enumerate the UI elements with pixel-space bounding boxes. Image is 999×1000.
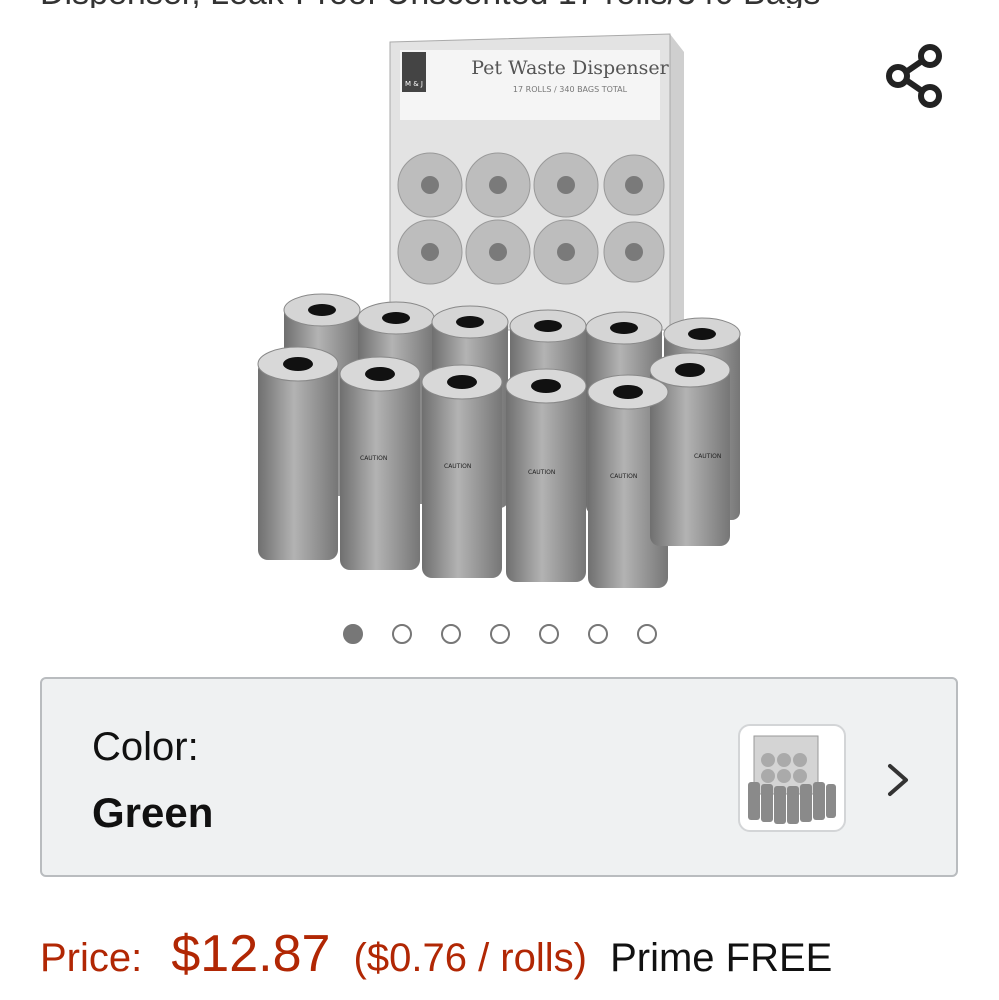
thumbnail-image <box>748 735 836 824</box>
carousel-dot[interactable] <box>440 624 461 644</box>
share-icon[interactable] <box>884 44 946 108</box>
roll-caution-text: CAUTION <box>444 463 471 470</box>
carousel-dot[interactable] <box>587 624 608 644</box>
product-title: Dispenser, Leak-Proof Unscented 17 rolls… <box>40 0 980 8</box>
carousel-dot[interactable] <box>342 624 363 644</box>
chevron-right-icon[interactable] <box>884 763 912 797</box>
roll-caution-text: CAUTION <box>360 455 387 462</box>
color-selector[interactable]: Color: Green <box>40 677 958 877</box>
carousel-dot[interactable] <box>636 624 657 644</box>
price-label: Price: <box>40 936 143 980</box>
box-subtitle: 17 ROLLS / 340 BAGS TOTAL <box>513 85 628 94</box>
price-row: Price: $12.87 ($0.76 / rolls) Prime FREE <box>40 924 832 994</box>
color-value: Green <box>92 789 214 836</box>
box-title: Pet Waste Dispenser <box>471 57 669 79</box>
carousel-dot[interactable] <box>391 624 412 644</box>
product-image[interactable]: M & J Pet Waste Dispenser 17 ROLLS / 340… <box>240 30 760 590</box>
color-label: Color: <box>92 725 199 769</box>
roll-caution-text: CAUTION <box>528 469 555 476</box>
carousel-dot[interactable] <box>489 624 510 644</box>
roll-caution-text: CAUTION <box>694 453 721 460</box>
color-thumbnail[interactable] <box>738 724 846 832</box>
price-per-unit: ($0.76 / rolls) <box>353 936 587 980</box>
price-amount: $12.87 <box>171 925 331 983</box>
prime-shipping: Prime FREE <box>610 936 833 980</box>
roll-caution-text: CAUTION <box>610 473 637 480</box>
carousel-dot[interactable] <box>538 624 559 644</box>
box-brand: M & J <box>405 80 423 88</box>
carousel-dots <box>0 624 999 652</box>
